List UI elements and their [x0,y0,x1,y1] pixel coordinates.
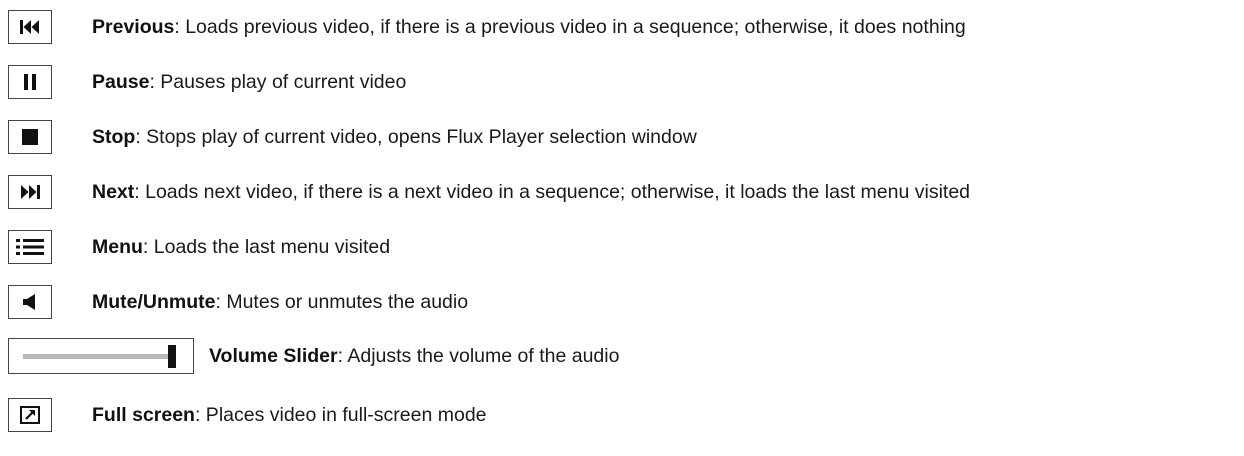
stop-label: Stop [92,126,136,148]
control-row-next: Next: Loads next video, if there is a ne… [0,172,1244,212]
fullscreen-label: Full screen [92,404,195,426]
pause-button[interactable] [8,65,52,99]
previous-label: Previous [92,16,175,38]
pause-description: Pause: Pauses play of current video [92,71,407,93]
previous-icon [20,20,39,34]
control-row-stop: Stop: Stops play of current video, opens… [0,117,1244,157]
pause-icon [24,74,36,90]
stop-icon [22,129,38,145]
control-row-mute: Mute/Unmute: Mutes or unmutes the audio [0,282,1244,322]
next-label: Next [92,181,135,203]
menu-icon [16,239,44,255]
volume-description: Volume Slider: Adjusts the volume of the… [209,345,620,367]
menu-label: Menu [92,236,143,258]
fullscreen-icon [20,406,40,424]
control-row-volume: Volume Slider: Adjusts the volume of the… [0,336,1244,376]
volume-slider-track [23,354,175,359]
previous-description: Previous: Loads previous video, if there… [92,16,966,38]
volume-slider-thumb[interactable] [168,345,176,368]
control-row-fullscreen: Full screen: Places video in full-screen… [0,395,1244,435]
next-icon [21,185,40,199]
stop-button[interactable] [8,120,52,154]
fullscreen-button[interactable] [8,398,52,432]
control-row-pause: Pause: Pauses play of current video [0,62,1244,102]
menu-description: Menu: Loads the last menu visited [92,236,391,258]
mute-description: Mute/Unmute: Mutes or unmutes the audio [92,291,469,313]
previous-button[interactable] [8,10,52,44]
next-description: Next: Loads next video, if there is a ne… [92,181,971,203]
mute-button[interactable] [8,285,52,319]
fullscreen-description: Full screen: Places video in full-screen… [92,404,487,426]
volume-slider[interactable] [8,338,194,374]
control-row-menu: Menu: Loads the last menu visited [0,227,1244,267]
control-row-previous: Previous: Loads previous video, if there… [0,7,1244,47]
pause-label: Pause [92,71,150,93]
mute-label: Mute/Unmute [92,291,216,313]
speaker-icon [23,294,35,310]
volume-label: Volume Slider [209,345,338,367]
next-button[interactable] [8,175,52,209]
stop-description: Stop: Stops play of current video, opens… [92,126,697,148]
menu-button[interactable] [8,230,52,264]
